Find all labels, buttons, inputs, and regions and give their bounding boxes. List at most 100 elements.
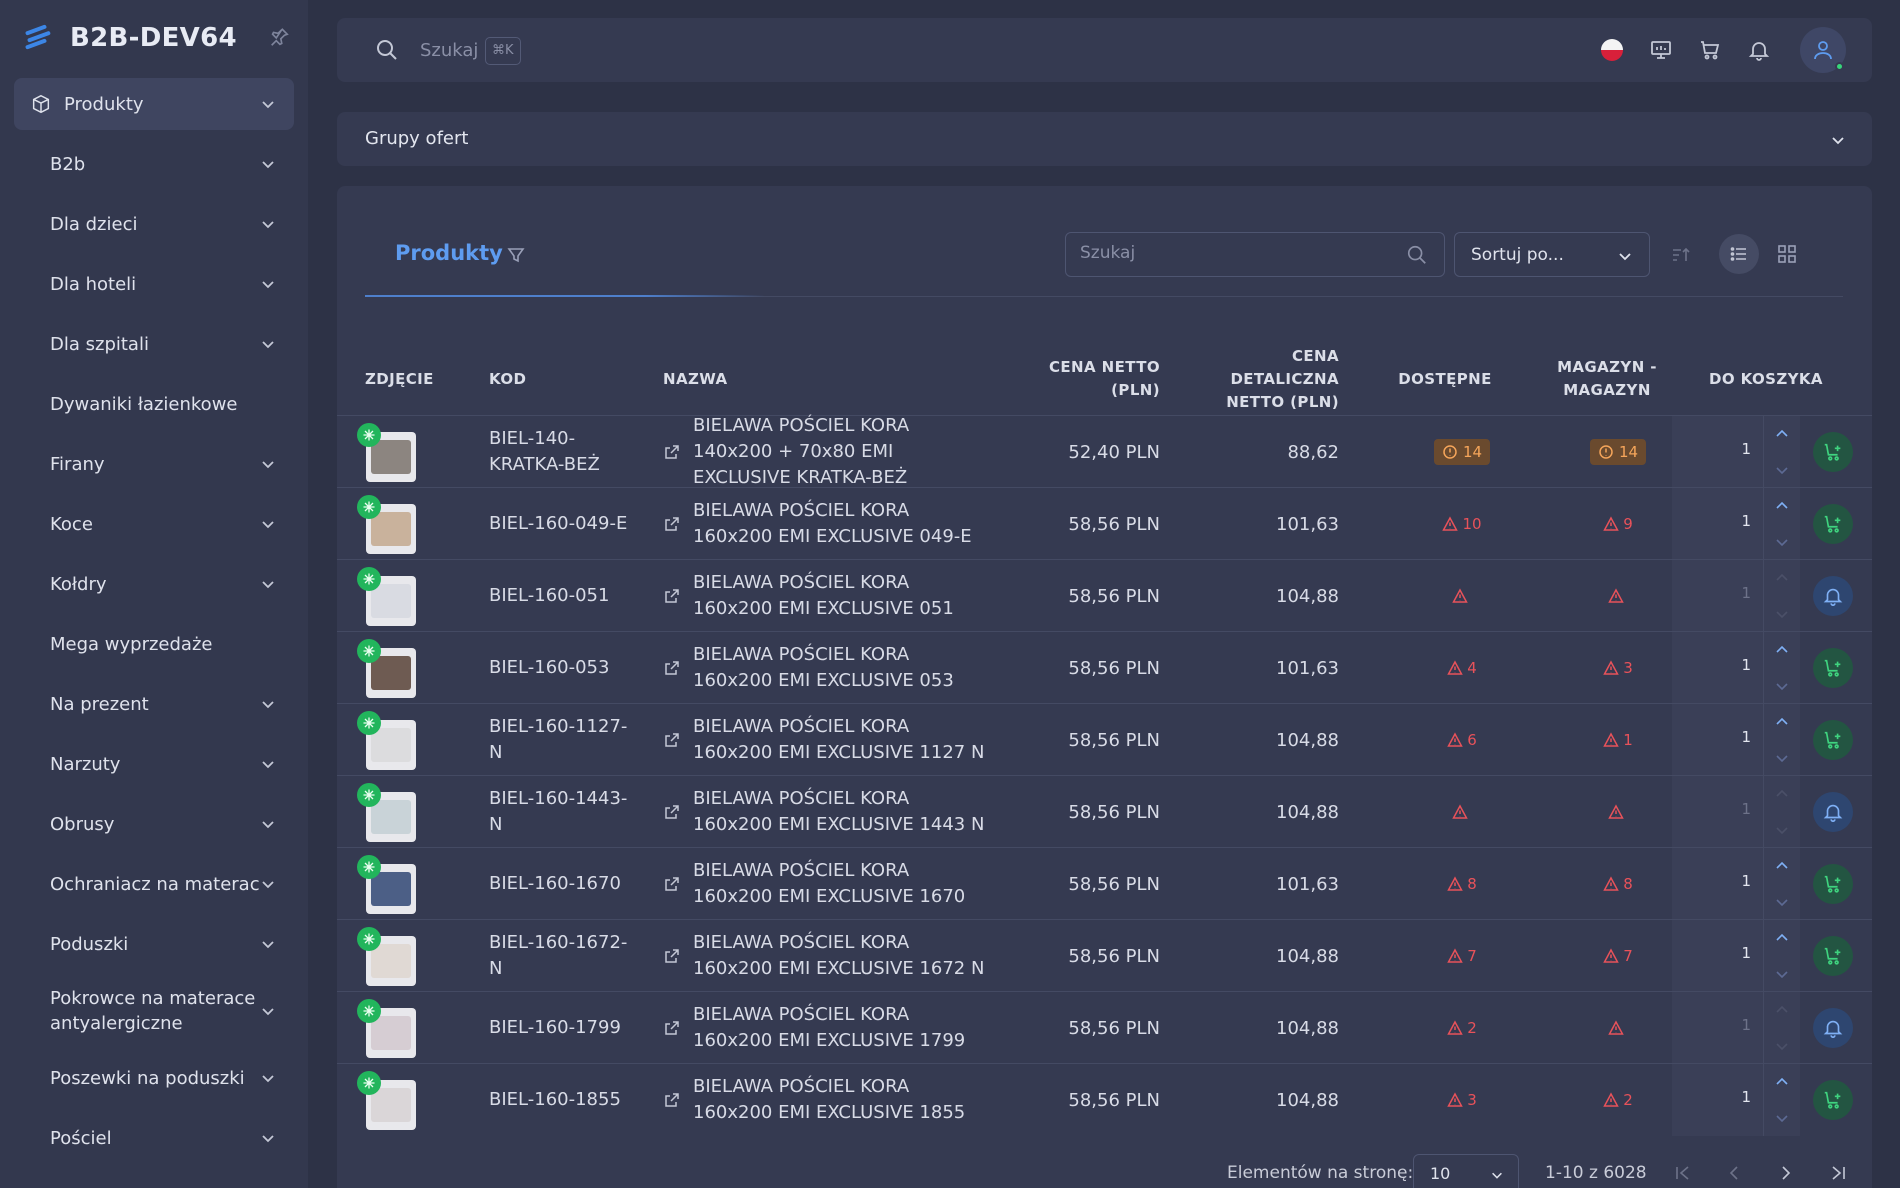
grid-view-icon[interactable] xyxy=(1775,242,1799,266)
add-to-cart-button[interactable] xyxy=(1813,504,1853,544)
external-link-icon[interactable] xyxy=(663,947,681,965)
chevron-up-icon[interactable] xyxy=(1774,642,1790,658)
table-row[interactable]: BIEL-160-1799 BIELAWA POŚCIEL KORA 160x20… xyxy=(337,991,1872,1064)
external-link-icon[interactable] xyxy=(663,731,681,749)
chevron-up-icon[interactable] xyxy=(1774,1074,1790,1090)
first-page-icon[interactable] xyxy=(1672,1162,1694,1184)
sidebar-item-18[interactable]: Pościel xyxy=(14,1108,294,1168)
sidebar-item-14[interactable]: Ochraniacz na materac xyxy=(14,854,294,914)
notify-button[interactable] xyxy=(1813,792,1853,832)
chevron-up-icon[interactable] xyxy=(1774,858,1790,874)
sidebar-item-5[interactable]: Dla szpitali xyxy=(14,314,294,374)
next-page-icon[interactable] xyxy=(1775,1162,1797,1184)
quantity-input[interactable]: 1 xyxy=(1672,848,1764,920)
add-to-cart-button[interactable] xyxy=(1813,648,1853,688)
notifications-button[interactable] xyxy=(1746,37,1772,63)
table-row[interactable]: BIEL-160-049-E BIELAWA POŚCIEL KORA 160x2… xyxy=(337,487,1872,560)
chevron-down-icon[interactable] xyxy=(1774,822,1790,838)
quantity-input[interactable]: 1 xyxy=(1672,632,1764,704)
quantity-input[interactable]: 1 xyxy=(1672,488,1764,560)
add-to-cart-button[interactable] xyxy=(1813,936,1853,976)
prev-page-icon[interactable] xyxy=(1723,1162,1745,1184)
sidebar-item-10[interactable]: Mega wyprzedaże xyxy=(14,614,294,674)
search-icon[interactable] xyxy=(1406,244,1428,266)
table-row[interactable]: BIEL-160-1855 BIELAWA POŚCIEL KORA 160x20… xyxy=(337,1063,1872,1136)
table-row[interactable]: BIEL-160-051 BIELAWA POŚCIEL KORA 160x200… xyxy=(337,559,1872,632)
sidebar-item-11[interactable]: Na prezent xyxy=(14,674,294,734)
notify-button[interactable] xyxy=(1813,1008,1853,1048)
chevron-up-icon[interactable] xyxy=(1774,714,1790,730)
table-row[interactable]: BIEL-160-1672-N BIELAWA POŚCIEL KORA 160x… xyxy=(337,919,1872,992)
sidebar-item-6[interactable]: Dywaniki łazienkowe xyxy=(14,374,294,434)
chevron-down-icon[interactable] xyxy=(1774,894,1790,910)
chevron-down-icon[interactable] xyxy=(1830,132,1846,148)
table-row[interactable]: BIEL-160-053 BIELAWA POŚCIEL KORA 160x200… xyxy=(337,631,1872,704)
notify-button[interactable] xyxy=(1813,576,1853,616)
sidebar-item-16[interactable]: Pokrowce na materace antyalergiczne xyxy=(14,974,294,1048)
table-row[interactable]: BIEL-160-1127-N BIELAWA POŚCIEL KORA 160x… xyxy=(337,703,1872,776)
sidebar-item-13[interactable]: Obrusy xyxy=(14,794,294,854)
chevron-down-icon[interactable] xyxy=(1774,1110,1790,1126)
sidebar-item-15[interactable]: Poduszki xyxy=(14,914,294,974)
table-row[interactable]: BIEL-160-1670 BIELAWA POŚCIEL KORA 160x20… xyxy=(337,847,1872,920)
external-link-icon[interactable] xyxy=(663,803,681,821)
external-link-icon[interactable] xyxy=(663,587,681,605)
chevron-up-icon[interactable] xyxy=(1774,498,1790,514)
offer-groups-panel[interactable]: Grupy ofert xyxy=(337,112,1872,166)
table-row[interactable]: BIEL-160-1443-N BIELAWA POŚCIEL KORA 160x… xyxy=(337,775,1872,848)
chevron-down-icon[interactable] xyxy=(1774,750,1790,766)
quantity-input[interactable]: 1 xyxy=(1672,776,1764,848)
chevron-up-icon[interactable] xyxy=(1774,1002,1790,1018)
external-link-icon[interactable] xyxy=(663,515,681,533)
external-link-icon[interactable] xyxy=(663,1019,681,1037)
language-switcher[interactable] xyxy=(1599,37,1625,63)
add-to-cart-button[interactable] xyxy=(1813,432,1853,472)
add-to-cart-button[interactable] xyxy=(1813,1080,1853,1120)
sidebar-item-1[interactable]: Produkty xyxy=(14,78,294,130)
search-icon[interactable] xyxy=(375,38,399,62)
sidebar-item-3[interactable]: Dla dzieci xyxy=(14,194,294,254)
external-link-icon[interactable] xyxy=(663,1091,681,1109)
sort-direction-icon[interactable] xyxy=(1670,244,1692,266)
table-row[interactable]: BIEL-140-KRATKA-BEŻ BIELAWA POŚCIEL KORA … xyxy=(337,415,1872,488)
chevron-up-icon[interactable] xyxy=(1774,570,1790,586)
chevron-up-icon[interactable] xyxy=(1774,930,1790,946)
chevron-down-icon[interactable] xyxy=(1774,606,1790,622)
chevron-down-icon[interactable] xyxy=(1774,1038,1790,1054)
pin-icon[interactable] xyxy=(268,26,290,48)
sidebar-item-12[interactable]: Narzuty xyxy=(14,734,294,794)
sidebar-item-2[interactable]: B2b xyxy=(14,134,294,194)
chevron-down-icon[interactable] xyxy=(1774,462,1790,478)
filter-icon[interactable] xyxy=(506,245,526,265)
sort-select[interactable]: Sortuj po... xyxy=(1454,232,1650,277)
external-link-icon[interactable] xyxy=(663,875,681,893)
sidebar-item-17[interactable]: Poszewki na poduszki xyxy=(14,1048,294,1108)
add-to-cart-button[interactable] xyxy=(1813,864,1853,904)
per-page-select[interactable]: 10 xyxy=(1413,1154,1519,1188)
last-page-icon[interactable] xyxy=(1827,1162,1849,1184)
quantity-input[interactable]: 1 xyxy=(1672,704,1764,776)
sidebar-item-9[interactable]: Kołdry xyxy=(14,554,294,614)
user-avatar[interactable] xyxy=(1800,27,1846,73)
global-search-input[interactable]: Szukaj xyxy=(420,40,478,61)
chevron-up-icon[interactable] xyxy=(1774,426,1790,442)
quantity-input[interactable]: 1 xyxy=(1672,920,1764,992)
external-link-icon[interactable] xyxy=(663,443,681,461)
chevron-up-icon[interactable] xyxy=(1774,786,1790,802)
product-search-input[interactable] xyxy=(1080,243,1380,263)
quantity-input[interactable]: 1 xyxy=(1672,560,1764,632)
cart-button[interactable] xyxy=(1697,37,1723,63)
quantity-input[interactable]: 1 xyxy=(1672,992,1764,1064)
chevron-down-icon[interactable] xyxy=(1774,966,1790,982)
quantity-input[interactable]: 1 xyxy=(1672,416,1764,488)
sidebar-item-4[interactable]: Dla hoteli xyxy=(14,254,294,314)
sidebar-item-8[interactable]: Koce xyxy=(14,494,294,554)
sidebar-item-7[interactable]: Firany xyxy=(14,434,294,494)
chevron-down-icon[interactable] xyxy=(1774,678,1790,694)
presentation-button[interactable] xyxy=(1648,37,1674,63)
quantity-input[interactable]: 1 xyxy=(1672,1064,1764,1136)
list-view-button[interactable] xyxy=(1719,234,1759,274)
sidebar-item-19[interactable]: Pościel wełniana xyxy=(14,1168,294,1188)
chevron-down-icon[interactable] xyxy=(1774,534,1790,550)
tab-products[interactable]: Produkty xyxy=(395,241,503,265)
